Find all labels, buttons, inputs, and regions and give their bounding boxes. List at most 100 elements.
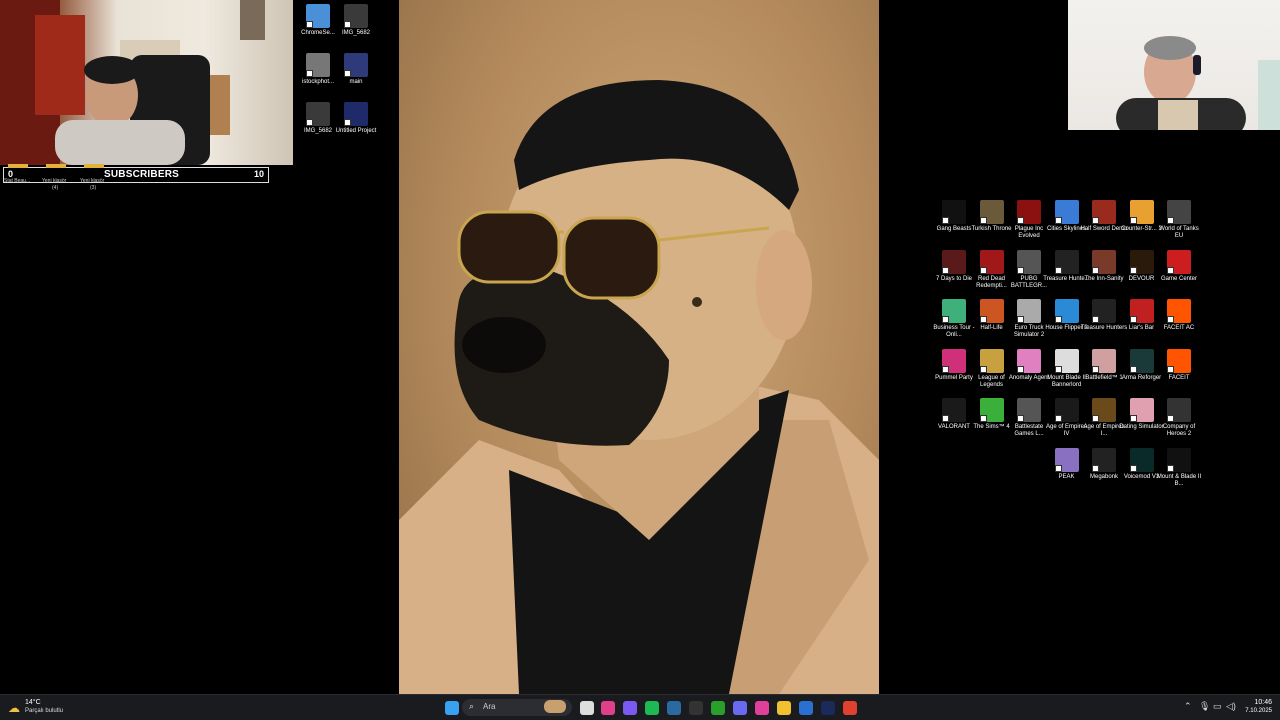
goal-marker-count: (4) xyxy=(52,185,59,191)
desktop-shortcut[interactable]: main xyxy=(332,53,380,86)
shortcut-arrow-icon xyxy=(1054,316,1062,323)
teams-icon[interactable] xyxy=(733,701,747,715)
age-of-empires-icon xyxy=(1054,398,1079,422)
image-viewer-photo xyxy=(399,0,879,694)
dog-man-portrait xyxy=(399,80,879,694)
shortcut-arrow-icon xyxy=(979,217,987,224)
steam-icon[interactable] xyxy=(667,701,681,715)
shortcut-arrow-icon xyxy=(1167,266,1174,274)
network-icon[interactable]: ▭ xyxy=(1213,701,1222,712)
chrome-icon[interactable] xyxy=(843,701,857,715)
shortcut-arrow-icon xyxy=(1129,316,1137,323)
shortcut-arrow-icon xyxy=(1167,415,1174,422)
desktop-shortcut[interactable]: Company of Heroes 2 xyxy=(1155,398,1203,438)
desktop-shortcut[interactable]: FACEIT AC xyxy=(1155,299,1203,332)
desktop-shortcut-label: Mount & Blade II B... xyxy=(1156,473,1202,487)
calendar-icon[interactable] xyxy=(799,701,813,715)
desktop-shortcut[interactable]: FACEIT xyxy=(1155,348,1203,382)
messenger-icon[interactable] xyxy=(623,701,637,715)
microphone-icon[interactable]: 🎙 xyxy=(1199,701,1210,712)
desktop-shortcut[interactable]: Untitled Project xyxy=(332,102,380,135)
desktop-shortcut[interactable]: Game Center xyxy=(1155,249,1203,283)
shortcut-arrow-icon xyxy=(1129,415,1137,422)
battlestate-icon xyxy=(1017,398,1041,422)
faceit-ac-icon xyxy=(1167,299,1191,323)
desktop-shortcut[interactable]: World of Tanks EU xyxy=(1155,200,1203,240)
image-file-icon xyxy=(344,4,368,28)
peak-icon xyxy=(1054,447,1079,472)
weather-description[interactable]: Parçalı bulutlu xyxy=(25,708,63,714)
desktop-shortcut[interactable]: IMG_5682 xyxy=(332,4,380,37)
shortcut-arrow-icon xyxy=(306,119,313,126)
shortcut-arrow-icon xyxy=(1092,217,1099,224)
7-days-to-die-icon xyxy=(942,249,966,274)
photoshop-icon[interactable] xyxy=(821,701,835,715)
world-of-tanks-icon xyxy=(1167,200,1191,224)
desktop-shortcut[interactable]: Mount & Blade II B... xyxy=(1155,447,1203,488)
shortcut-arrow-icon xyxy=(942,365,949,373)
shortcut-arrow-icon xyxy=(1054,217,1062,224)
desktop-shortcut-label: IMG_5682 xyxy=(341,30,371,36)
search-highlight-icon xyxy=(544,700,566,713)
volume-icon[interactable]: ◁) xyxy=(1226,701,1236,712)
voicemod-icon xyxy=(1129,447,1154,472)
cities-skylines-icon xyxy=(1054,200,1079,224)
weather-icon[interactable]: ☁ xyxy=(8,701,20,715)
arma-reforger-icon xyxy=(1129,348,1154,373)
shortcut-arrow-icon xyxy=(1017,365,1024,373)
red-dead-icon xyxy=(979,249,1004,274)
shortcut-arrow-icon xyxy=(1129,217,1137,224)
clock-date[interactable]: 7.10.2025 xyxy=(1245,708,1272,714)
bannerlord-icon xyxy=(1167,447,1191,472)
plague-inc-icon xyxy=(1017,200,1041,224)
desktop-shortcut-label: Company of Heroes 2 xyxy=(1162,424,1196,437)
shortcut-arrow-icon xyxy=(1167,365,1174,373)
shortcut-arrow-icon xyxy=(1167,217,1174,224)
counter-strike-icon xyxy=(1129,200,1154,224)
shortcut-arrow-icon xyxy=(1092,365,1099,373)
stream-app-icon[interactable] xyxy=(601,701,615,715)
dating-simulator-icon xyxy=(1129,398,1154,422)
instagram-icon[interactable] xyxy=(755,701,769,715)
task-view-icon[interactable] xyxy=(580,701,594,715)
clock-time[interactable]: 10:46 xyxy=(1254,699,1272,706)
half-life-icon xyxy=(979,299,1004,323)
shortcut-arrow-icon xyxy=(1017,266,1024,274)
liars-bar-icon xyxy=(1129,299,1154,323)
xbox-icon[interactable] xyxy=(711,701,725,715)
shortcut-arrow-icon xyxy=(306,21,313,28)
pubg-icon xyxy=(1017,249,1041,274)
devour-icon xyxy=(1129,249,1154,274)
shortcut-arrow-icon xyxy=(344,70,351,77)
windows-start-icon[interactable] xyxy=(445,701,459,715)
inn-sanity-icon xyxy=(1092,249,1116,274)
file-explorer-icon[interactable] xyxy=(777,701,791,715)
turkish-throne-icon xyxy=(979,200,1004,224)
shortcut-arrow-icon xyxy=(942,415,949,422)
search-icon: ⌕ xyxy=(469,701,475,711)
shortcut-arrow-icon xyxy=(979,316,987,323)
pummel-party-icon xyxy=(942,348,966,373)
sims-icon xyxy=(979,398,1004,422)
goal-marker-label: Stat Beau... xyxy=(4,178,31,184)
shortcut-arrow-icon xyxy=(306,70,313,77)
shortcut-arrow-icon xyxy=(1054,464,1062,472)
shortcut-arrow-icon xyxy=(1129,365,1137,373)
anomaly-agent-icon xyxy=(1017,348,1041,373)
shortcut-arrow-icon xyxy=(1017,415,1024,422)
shortcut-arrow-icon xyxy=(1017,217,1024,224)
epic-games-icon[interactable] xyxy=(689,701,703,715)
desktop-shortcut-label: FACEIT xyxy=(1168,374,1190,381)
goal-segment xyxy=(84,164,104,168)
spotify-icon[interactable] xyxy=(645,701,659,715)
subscribers-label: SUBSCRIBERS xyxy=(104,169,179,180)
taskbar-search-box[interactable]: ⌕ Ara xyxy=(462,699,572,716)
shortcut-arrow-icon xyxy=(979,415,987,422)
weather-temperature[interactable]: 14°C xyxy=(25,699,41,706)
shortcut-arrow-icon xyxy=(344,119,351,126)
chevron-up-icon[interactable]: ⌃ xyxy=(1184,701,1192,712)
shortcut-arrow-icon xyxy=(1054,415,1062,422)
image-file-icon xyxy=(306,53,330,77)
chrome-setup-icon xyxy=(306,4,330,28)
shortcut-arrow-icon xyxy=(1092,266,1099,274)
